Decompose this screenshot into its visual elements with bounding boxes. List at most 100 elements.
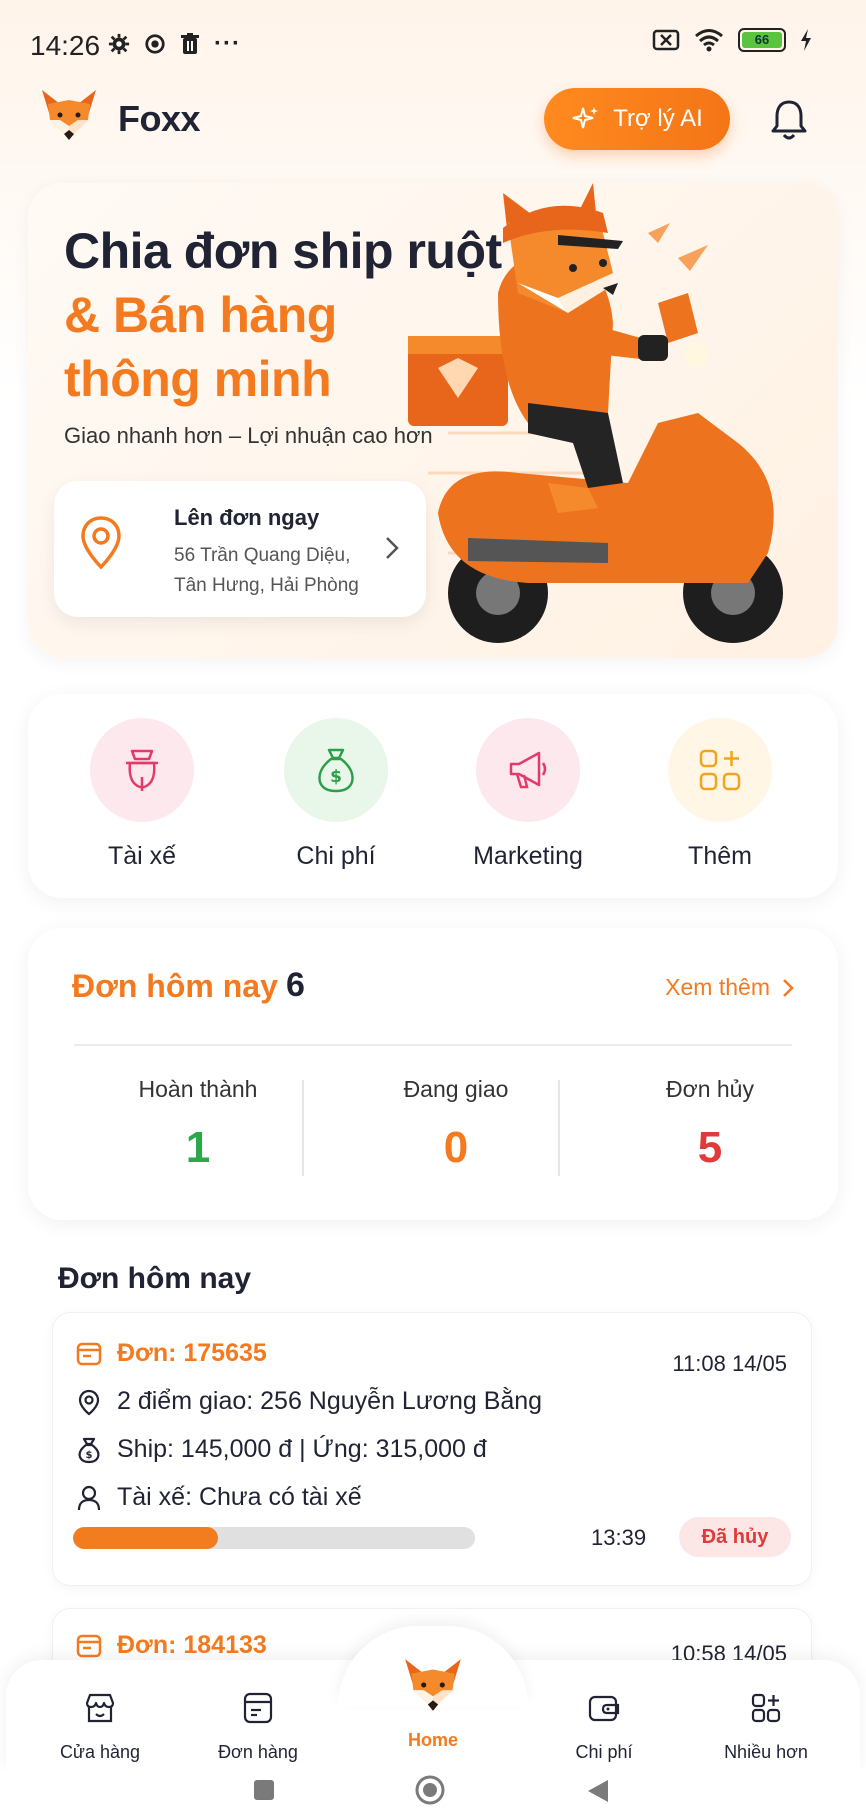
driver-circle <box>90 718 194 822</box>
quick-action-driver[interactable]: Tài xế <box>62 718 222 871</box>
hero-banner: Chia đơn ship ruột & Bán hàng thông minh… <box>28 183 838 658</box>
banner-subtitle: Giao nhanh hơn – Lợi nhuận cao hơn <box>64 423 433 448</box>
charging-icon <box>800 29 812 51</box>
today-stats-title: Đơn hôm nay <box>72 968 278 1004</box>
stat-value: 5 <box>697 1123 723 1172</box>
divider <box>74 1044 792 1046</box>
location-pin-icon <box>75 1388 103 1416</box>
orders-section-title: Đơn hôm nay <box>58 1262 252 1295</box>
banner-title: Chia đơn ship ruột & Bán hàng thông minh <box>64 219 502 411</box>
today-stats-count: 6 <box>286 966 305 1004</box>
chevron-right-icon <box>384 535 400 561</box>
receipt-icon <box>75 1632 103 1660</box>
nav-label: Chi phí <box>575 1742 633 1762</box>
create-order-card[interactable]: Lên đơn ngay 56 Trần Quang Diệu, Tân Hưn… <box>54 481 426 617</box>
chevron-right-icon <box>782 978 794 998</box>
banner-title-line3: thông minh <box>64 351 332 407</box>
stat-delivering[interactable]: Đang giao 0 <box>328 1076 584 1173</box>
stat-label: Đang giao <box>403 1076 509 1102</box>
pickup-address-line1: 56 Trần Quang Diệu, <box>174 545 351 566</box>
order-datetime: 11:08 14/05 <box>672 1351 787 1376</box>
quick-action-expense[interactable]: $ Chi phí <box>256 718 416 871</box>
wifi-icon <box>694 28 724 52</box>
order-id-row: Đơn: 184133 <box>75 1631 267 1660</box>
order-progress-fill <box>73 1527 218 1549</box>
battery-icon: 66 <box>738 28 786 52</box>
quick-actions: Tài xế $ Chi phí Marketing Thêm <box>28 694 838 898</box>
status-icons-left: ··· <box>108 30 241 58</box>
order-fees-row: $ Ship: 145,000 đ | Ứng: 315,000 đ <box>75 1435 487 1464</box>
app-header: Foxx Trợ lý AI <box>0 86 866 156</box>
system-navigation-bar <box>0 1770 866 1817</box>
ai-assistant-button[interactable]: Trợ lý AI <box>544 88 730 150</box>
divider <box>302 1080 304 1176</box>
wallet-icon <box>534 1688 674 1728</box>
brand-name: Foxx <box>118 98 201 139</box>
nav-store[interactable]: Cửa hàng <box>30 1688 170 1763</box>
grid-plus-icon <box>696 1688 836 1728</box>
nav-home[interactable]: Home <box>363 1652 503 1751</box>
money-bag-icon: $ <box>315 746 357 794</box>
nav-more[interactable]: Nhiều hơn <box>696 1688 836 1763</box>
order-progress-bar <box>73 1527 475 1549</box>
banner-title-line2: & Bán hàng <box>64 287 337 343</box>
megaphone-icon <box>505 748 551 792</box>
expense-circle: $ <box>284 718 388 822</box>
divider <box>558 1080 560 1176</box>
create-order-title: Lên đơn ngay <box>174 505 320 530</box>
order-driver: Tài xế: Chưa có tài xế <box>117 1483 362 1511</box>
nav-label: Nhiều hơn <box>724 1742 808 1762</box>
grid-plus-icon <box>697 747 743 793</box>
order-driver-row: Tài xế: Chưa có tài xế <box>75 1483 362 1512</box>
user-icon <box>75 1484 103 1512</box>
nav-label: Đơn hàng <box>218 1742 298 1762</box>
store-icon <box>30 1688 170 1728</box>
today-stats-card: Đơn hôm nay 6 Xem thêm Hoàn thành 1 Đang… <box>28 928 838 1220</box>
sparkle-icon <box>571 104 601 134</box>
stat-cancelled[interactable]: Đơn hủy 5 <box>582 1076 838 1173</box>
stat-label: Hoàn thành <box>138 1076 258 1102</box>
gear-icon <box>108 33 130 55</box>
more-circle <box>668 718 772 822</box>
location-pin-icon <box>78 515 124 571</box>
ai-assistant-label: Trợ lý AI <box>613 105 703 132</box>
shield-icon <box>144 33 166 55</box>
fox-logo-icon <box>38 86 100 148</box>
nav-orders[interactable]: Đơn hàng <box>188 1688 328 1763</box>
status-badge: Đã hủy <box>679 1517 791 1557</box>
see-more-link[interactable]: Xem thêm <box>665 974 794 1001</box>
receipt-icon <box>75 1340 103 1368</box>
battery-level: 66 <box>742 32 782 48</box>
bell-icon[interactable] <box>768 98 810 142</box>
order-fees: Ship: 145,000 đ | Ứng: 315,000 đ <box>117 1435 487 1463</box>
order-time: 13:39 <box>591 1525 647 1550</box>
stat-value: 0 <box>443 1123 469 1172</box>
quick-action-label: Marketing <box>473 842 583 870</box>
nav-label: Cửa hàng <box>59 1742 141 1762</box>
order-id: Đơn: 184133 <box>117 1631 267 1659</box>
quick-action-more[interactable]: Thêm <box>640 718 800 871</box>
banner-title-line1: Chia đơn ship ruột <box>64 223 502 279</box>
marketing-circle <box>476 718 580 822</box>
order-delivery-row: 2 điểm giao: 256 Nguyễn Lương Bằng <box>75 1387 542 1416</box>
see-more-label: Xem thêm <box>665 974 770 1000</box>
nav-expense[interactable]: Chi phí <box>534 1688 674 1763</box>
svg-text:$: $ <box>330 767 342 787</box>
stat-value: 1 <box>185 1123 211 1172</box>
recent-apps-icon[interactable] <box>252 1778 276 1802</box>
quick-action-label: Thêm <box>688 842 752 870</box>
quick-action-marketing[interactable]: Marketing <box>448 718 608 871</box>
home-icon[interactable] <box>414 1774 446 1806</box>
stat-label: Đơn hủy <box>666 1076 754 1102</box>
stat-completed[interactable]: Hoàn thành 1 <box>70 1076 326 1173</box>
status-time: 14:26 <box>30 30 101 61</box>
order-card[interactable]: Đơn: 175635 11:08 14/05 2 điểm giao: 256… <box>52 1312 812 1586</box>
nav-label: Home <box>407 1730 458 1750</box>
pickup-address: 56 Trần Quang Diệu, Tân Hưng, Hải Phòng <box>174 541 359 601</box>
order-delivery: 2 điểm giao: 256 Nguyễn Lương Bằng <box>117 1387 543 1415</box>
fox-logo-icon <box>363 1652 503 1722</box>
back-icon[interactable] <box>586 1778 610 1804</box>
orders-icon <box>188 1688 328 1728</box>
svg-text:$: $ <box>86 1450 93 1461</box>
quick-action-label: Tài xế <box>107 842 177 870</box>
